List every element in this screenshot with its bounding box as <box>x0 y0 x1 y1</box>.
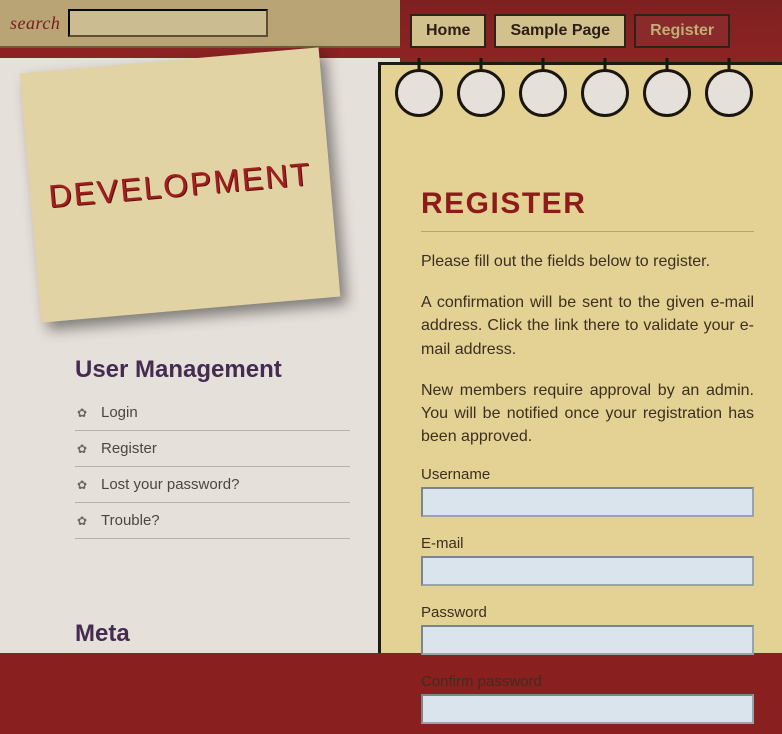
confirm-password-label: Confirm password <box>421 673 754 690</box>
hole-icon <box>395 69 443 117</box>
hole-icon <box>581 69 629 117</box>
sidebar-section-meta: Meta <box>75 620 130 648</box>
intro-text-1: Please fill out the fields below to regi… <box>421 250 754 273</box>
nav-sample-page[interactable]: Sample Page <box>494 14 626 48</box>
top-nav: Home Sample Page Register <box>410 14 730 48</box>
site-title: DEVELOPMENT <box>47 155 313 215</box>
nav-register[interactable]: Register <box>634 14 730 48</box>
sidebar-item-login[interactable]: Login <box>75 395 350 431</box>
password-input[interactable] <box>421 625 754 655</box>
confirm-password-input[interactable] <box>421 694 754 724</box>
hole-icon <box>643 69 691 117</box>
sidebar-list: Login Register Lost your password? Troub… <box>75 395 350 539</box>
hole-icon <box>705 69 753 117</box>
sidebar-item-register[interactable]: Register <box>75 431 350 467</box>
page-body: Please fill out the fields below to regi… <box>421 250 754 734</box>
notebook-holes <box>389 63 782 123</box>
hole-icon <box>457 69 505 117</box>
email-label: E-mail <box>421 535 754 552</box>
hole-icon <box>519 69 567 117</box>
search-input[interactable] <box>68 9 268 37</box>
sidebar-item-lost-password[interactable]: Lost your password? <box>75 467 350 503</box>
page-title: REGISTER <box>421 137 754 232</box>
search-bar: search <box>0 0 400 48</box>
nav-home[interactable]: Home <box>410 14 486 48</box>
sidebar-section-user-management: User Management <box>75 356 282 384</box>
sticky-note: DEVELOPMENT <box>20 47 341 322</box>
intro-text-3: New members require approval by an admin… <box>421 379 754 449</box>
username-label: Username <box>421 466 754 483</box>
username-input[interactable] <box>421 487 754 517</box>
main-content: REGISTER Please fill out the fields belo… <box>378 62 782 653</box>
password-label: Password <box>421 604 754 621</box>
sidebar-item-trouble[interactable]: Trouble? <box>75 503 350 539</box>
email-input[interactable] <box>421 556 754 586</box>
intro-text-2: A confirmation will be sent to the given… <box>421 291 754 361</box>
search-label: search <box>10 13 60 34</box>
